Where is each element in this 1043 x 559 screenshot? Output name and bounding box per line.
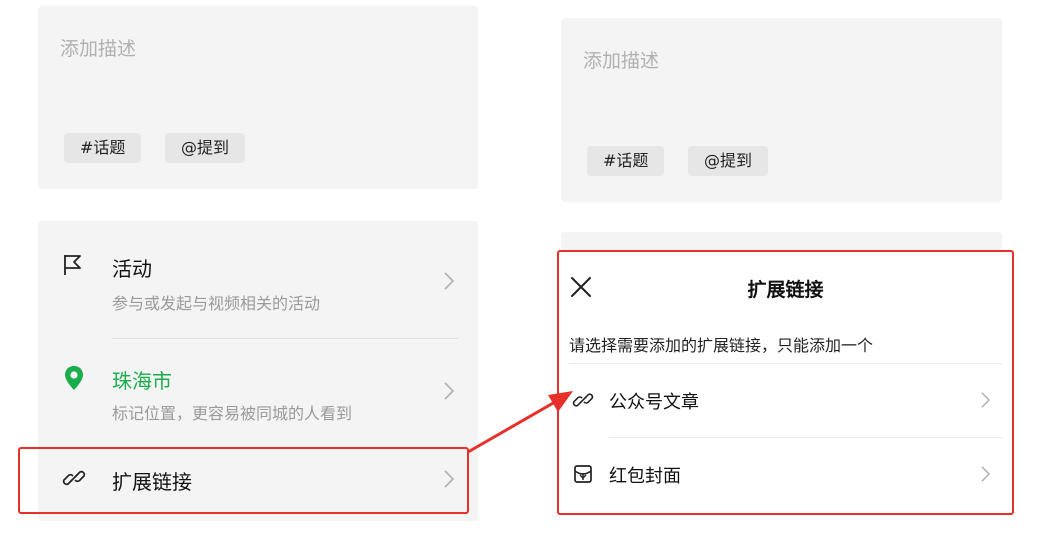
annotation-arrow	[467, 391, 573, 454]
